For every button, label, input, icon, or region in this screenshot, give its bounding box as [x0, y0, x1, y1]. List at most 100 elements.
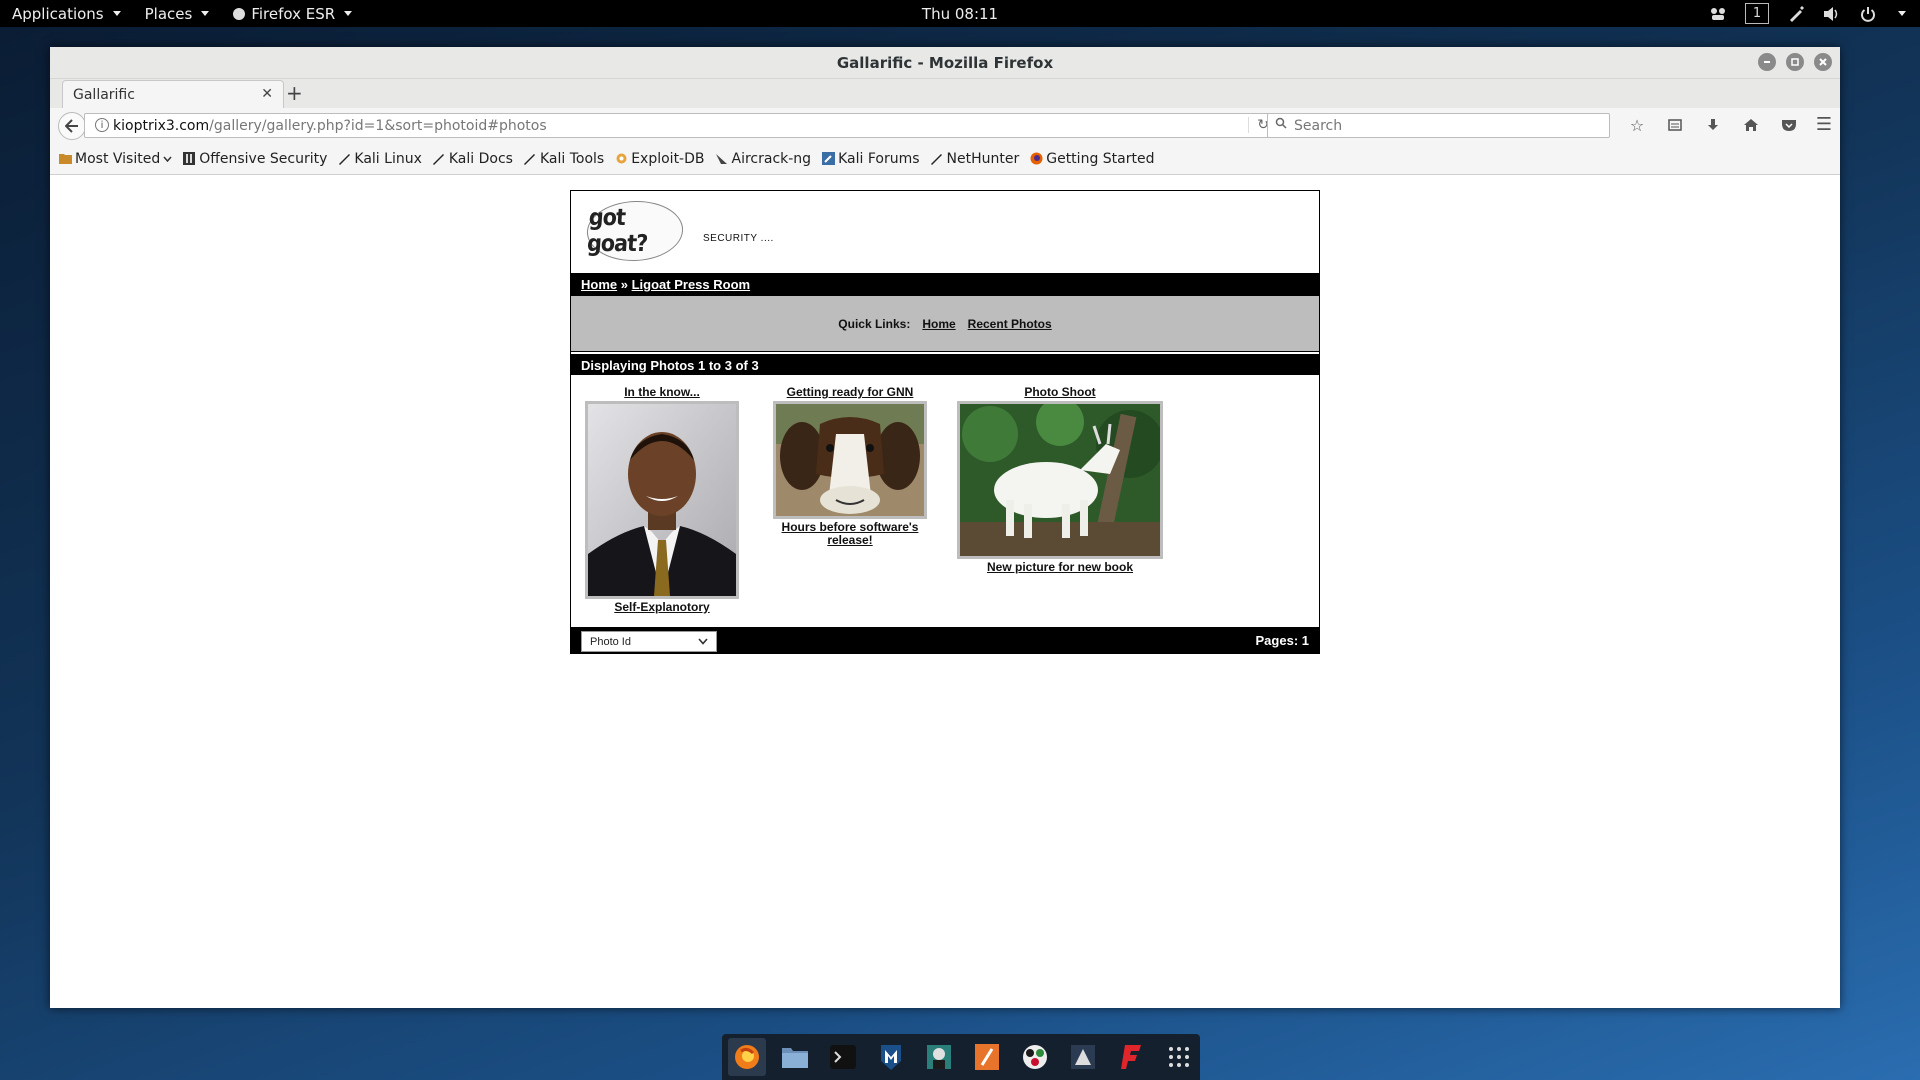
bookmarks-toolbar: Most Visited Offensive Security Kali Lin… — [50, 143, 1840, 175]
photo-item: Photo Shoot New picture for new book — [957, 385, 1163, 574]
window-title: Gallarific - Mozilla Firefox — [836, 53, 1054, 72]
gallery-footer-bar: Photo Id Pages: 1 — [571, 627, 1319, 653]
quick-link-home[interactable]: Home — [922, 317, 955, 331]
exploitdb-icon — [614, 152, 628, 166]
quick-links-label: Quick Links: — [838, 316, 911, 331]
beef-icon[interactable] — [1064, 1038, 1102, 1076]
photo-thumbnail-goat-face[interactable] — [773, 401, 927, 519]
armitage-icon[interactable] — [920, 1038, 958, 1076]
sort-select[interactable]: Photo Id — [581, 631, 717, 652]
bookmark-most-visited[interactable]: Most Visited — [58, 151, 172, 167]
sort-selected-value: Photo Id — [590, 635, 631, 648]
kali-icon — [337, 152, 351, 166]
navigation-bar: i kioptrix3.com/gallery/gallery.php?id=1… — [50, 108, 1840, 143]
bookmark-label: Kali Tools — [539, 150, 605, 167]
aircrack-icon — [715, 152, 729, 166]
applications-menu[interactable]: Applications — [0, 0, 133, 27]
bookmark-exploit-db[interactable]: Exploit-DB — [614, 150, 705, 167]
tab-title: Gallarific — [73, 86, 135, 103]
photo-description-link[interactable]: New picture for new book — [957, 561, 1163, 574]
forums-icon — [821, 152, 835, 166]
breadcrumb-separator: » — [620, 277, 628, 292]
reload-icon[interactable]: ↻ — [1248, 117, 1269, 133]
power-icon[interactable] — [1859, 5, 1877, 23]
url-host: kioptrix3.com — [113, 117, 210, 134]
maltego-icon[interactable] — [1016, 1038, 1054, 1076]
displaying-photos-count: Displaying Photos 1 to 3 of 3 — [571, 352, 1319, 375]
minimize-button[interactable] — [1758, 53, 1776, 71]
bookmark-offensive-security[interactable]: Offensive Security — [182, 151, 327, 167]
firefox-small-icon — [233, 7, 246, 20]
accessibility-icon[interactable] — [1709, 5, 1727, 23]
photo-description-link[interactable]: Self-Explanotory — [585, 601, 739, 614]
site-info-icon[interactable]: i — [95, 118, 109, 132]
reading-list-icon[interactable] — [1664, 114, 1686, 136]
workspace-indicator[interactable]: 1 — [1745, 3, 1769, 24]
bookmark-kali-docs[interactable]: Kali Docs — [432, 151, 513, 167]
bookmark-kali-tools[interactable]: Kali Tools — [523, 151, 604, 167]
bookmark-label: Getting Started — [1046, 150, 1155, 167]
breadcrumb-home-link[interactable]: Home — [581, 277, 617, 292]
back-button[interactable] — [58, 112, 86, 140]
chevron-down-icon — [163, 156, 172, 162]
firefox-app-menu[interactable]: Firefox ESR — [221, 0, 364, 27]
close-tab-icon[interactable]: ✕ — [261, 86, 273, 102]
photo-thumbnail-portrait[interactable] — [585, 401, 739, 599]
url-path: /gallery/gallery.php?id=1&sort=photoid#p… — [209, 117, 547, 134]
pen-tool-icon[interactable] — [1787, 5, 1805, 23]
url-bar[interactable]: i kioptrix3.com/gallery/gallery.php?id=1… — [84, 113, 1278, 138]
got-goat-logo: got goat? — [584, 201, 686, 261]
quick-link-recent-photos[interactable]: Recent Photos — [968, 317, 1052, 331]
tab-gallarific[interactable]: Gallarific ✕ — [62, 80, 284, 108]
bookmark-label: Most Visited — [75, 150, 161, 167]
bookmark-label: Exploit-DB — [631, 150, 705, 167]
firefox-window: Gallarific - Mozilla Firefox Gallarific … — [50, 47, 1840, 1008]
kali-icon — [432, 152, 446, 166]
home-icon[interactable] — [1740, 114, 1762, 136]
top-bar: Applications Places Firefox ESR Thu 08:1… — [0, 0, 1920, 27]
bookmark-star-icon[interactable]: ☆ — [1626, 114, 1648, 136]
bookmark-kali-linux[interactable]: Kali Linux — [337, 150, 422, 167]
photo-item: In the know... Self-Explanotory — [585, 385, 739, 614]
bookmark-kali-forums[interactable]: Kali Forums — [821, 150, 920, 167]
page-content: got goat? SECURITY .... Home » Ligoat Pr… — [50, 181, 1840, 1008]
photo-item: Getting ready for GNN Hours before softw… — [773, 385, 927, 547]
metasploit-icon[interactable] — [872, 1038, 910, 1076]
chevron-down-icon[interactable] — [1898, 11, 1906, 16]
photo-title-link[interactable]: In the know... — [585, 385, 739, 399]
photo-title-link[interactable]: Getting ready for GNN — [773, 385, 927, 399]
bookmark-label: Kali Linux — [354, 150, 422, 167]
faraday-icon[interactable] — [1112, 1038, 1150, 1076]
bookmark-nethunter[interactable]: NetHunter — [930, 151, 1019, 167]
window-titlebar[interactable]: Gallarific - Mozilla Firefox — [50, 47, 1840, 79]
folder-icon — [58, 152, 72, 166]
app-grid-icon[interactable] — [1160, 1038, 1198, 1076]
new-tab-button[interactable]: + — [286, 81, 303, 105]
places-menu[interactable]: Places — [133, 0, 222, 27]
maximize-button[interactable] — [1786, 53, 1804, 71]
photo-title-link[interactable]: Photo Shoot — [957, 385, 1163, 399]
breadcrumb-current-link[interactable]: Ligoat Press Room — [632, 277, 750, 292]
clock[interactable]: Thu 08:11 — [922, 5, 998, 23]
kali-icon — [523, 152, 537, 166]
tab-strip: Gallarific ✕ + — [50, 79, 1840, 108]
volume-icon[interactable] — [1823, 5, 1841, 23]
terminal-icon[interactable] — [824, 1038, 862, 1076]
bookmark-label: Offensive Security — [199, 150, 328, 167]
photo-grid: In the know... Self-Explanotory Getting … — [571, 375, 1319, 627]
bookmark-getting-started[interactable]: Getting Started — [1029, 151, 1154, 167]
hamburger-menu-icon[interactable]: ☰ — [1816, 114, 1832, 135]
chevron-down-icon — [112, 11, 121, 16]
bookmark-label: Kali Forums — [838, 150, 920, 167]
burpsuite-icon[interactable] — [968, 1038, 1006, 1076]
downloads-icon[interactable] — [1702, 114, 1724, 136]
photo-thumbnail-white-goat[interactable] — [957, 401, 1163, 559]
photo-description-link[interactable]: Hours before software's release! — [773, 521, 927, 547]
quick-links-bar: Quick Links: Home Recent Photos — [571, 296, 1319, 352]
pocket-icon[interactable] — [1778, 114, 1800, 136]
firefox-icon[interactable] — [728, 1038, 766, 1076]
close-window-button[interactable] — [1814, 53, 1832, 71]
files-icon[interactable] — [776, 1038, 814, 1076]
bookmark-aircrack-ng[interactable]: Aircrack-ng — [715, 151, 811, 167]
search-input[interactable]: Search — [1267, 113, 1610, 138]
